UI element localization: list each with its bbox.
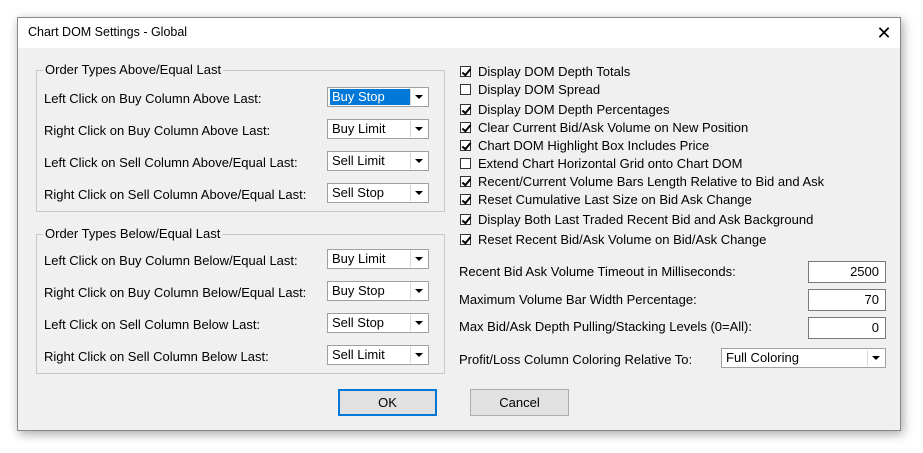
- depth-levels-input[interactable]: 0: [808, 317, 886, 339]
- checkbox-icon[interactable]: [460, 65, 471, 77]
- below-row-4-value: Sell Limit: [332, 347, 385, 362]
- checkbox-icon[interactable]: [460, 121, 471, 133]
- checkbox-label: Recent/Current Volume Bars Length Relati…: [478, 173, 825, 189]
- checkbox-label: Chart DOM Highlight Box Includes Price: [478, 137, 710, 153]
- below-row-4-label: Right Click on Sell Column Below Last:: [44, 349, 269, 364]
- above-row-3-value: Sell Limit: [332, 153, 385, 168]
- group-label-below: Order Types Below/Equal Last: [43, 226, 223, 241]
- checkbox-reset-recent-bid-ask-volume[interactable]: Reset Recent Bid/Ask Volume on Bid/Ask C…: [460, 231, 766, 247]
- checkbox-icon[interactable]: [460, 193, 471, 205]
- above-row-4-select[interactable]: Sell Stop: [327, 183, 429, 203]
- checkbox-icon[interactable]: [460, 213, 471, 225]
- checkbox-label: Reset Recent Bid/Ask Volume on Bid/Ask C…: [478, 231, 767, 247]
- above-row-1-value: Buy Stop: [330, 89, 414, 105]
- depth-levels-label: Max Bid/Ask Depth Pulling/Stacking Level…: [459, 319, 752, 334]
- below-row-3-select[interactable]: Sell Stop: [327, 313, 429, 333]
- chevron-down-icon[interactable]: [410, 121, 427, 137]
- below-row-4-select[interactable]: Sell Limit: [327, 345, 429, 365]
- below-row-2-select[interactable]: Buy Stop: [327, 281, 429, 301]
- below-row-2-label: Right Click on Buy Column Below/Equal La…: [44, 285, 307, 300]
- chevron-down-icon[interactable]: [410, 315, 427, 331]
- above-row-1-select[interactable]: Buy Stop: [327, 87, 429, 107]
- above-row-3-label: Left Click on Sell Column Above/Equal La…: [44, 155, 298, 170]
- below-row-1-value: Buy Limit: [332, 251, 386, 266]
- checkbox-label: Extend Chart Horizontal Grid onto Chart …: [478, 155, 743, 171]
- close-icon[interactable]: ✕: [868, 18, 900, 48]
- checkbox-label: Display Both Last Traded Recent Bid and …: [478, 211, 814, 227]
- max-bar-width-input[interactable]: 70: [808, 289, 886, 311]
- checkbox-icon[interactable]: [460, 103, 471, 115]
- checkbox-label: Reset Cumulative Last Size on Bid Ask Ch…: [478, 191, 752, 207]
- pl-coloring-select[interactable]: Full Coloring: [721, 348, 886, 368]
- checkbox-display-both-last-traded[interactable]: Display Both Last Traded Recent Bid and …: [460, 211, 813, 227]
- chevron-down-icon[interactable]: [410, 89, 427, 105]
- checkbox-icon[interactable]: [460, 233, 471, 245]
- pl-coloring-value: Full Coloring: [726, 350, 799, 365]
- checkbox-clear-bid-ask-volume[interactable]: Clear Current Bid/Ask Volume on New Posi…: [460, 119, 748, 135]
- above-row-2-label: Right Click on Buy Column Above Last:: [44, 123, 271, 138]
- group-label-above: Order Types Above/Equal Last: [43, 62, 224, 77]
- checkbox-volume-bars-length-relative[interactable]: Recent/Current Volume Bars Length Relati…: [460, 173, 824, 189]
- max-bar-width-label: Maximum Volume Bar Width Percentage:: [459, 292, 697, 307]
- ok-button[interactable]: OK: [338, 389, 437, 416]
- checkbox-display-dom-depth-percentages[interactable]: Display DOM Depth Percentages: [460, 101, 669, 117]
- chevron-down-icon[interactable]: [410, 251, 427, 267]
- chevron-down-icon[interactable]: [410, 185, 427, 201]
- window-title: Chart DOM Settings - Global: [28, 25, 188, 39]
- checkbox-icon[interactable]: [460, 157, 471, 169]
- below-row-2-value: Buy Stop: [332, 283, 385, 298]
- chevron-down-icon[interactable]: [410, 153, 427, 169]
- above-row-3-select[interactable]: Sell Limit: [327, 151, 429, 171]
- timeout-input[interactable]: 2500: [808, 261, 886, 283]
- checkbox-icon[interactable]: [460, 175, 471, 187]
- below-row-1-select[interactable]: Buy Limit: [327, 249, 429, 269]
- settings-dialog: Chart DOM Settings - Global ✕ Order Type…: [17, 17, 901, 431]
- below-row-3-label: Left Click on Sell Column Below Last:: [44, 317, 261, 332]
- checkbox-icon[interactable]: [460, 83, 471, 95]
- checkbox-label: Display DOM Spread: [478, 81, 601, 97]
- checkbox-icon[interactable]: [460, 139, 471, 151]
- timeout-label: Recent Bid Ask Volume Timeout in Millise…: [459, 264, 736, 279]
- checkbox-display-dom-spread[interactable]: Display DOM Spread: [460, 81, 600, 97]
- checkbox-extend-horizontal-grid[interactable]: Extend Chart Horizontal Grid onto Chart …: [460, 155, 742, 171]
- checkbox-label: Display DOM Depth Percentages: [478, 101, 670, 117]
- above-row-2-select[interactable]: Buy Limit: [327, 119, 429, 139]
- above-row-4-value: Sell Stop: [332, 185, 385, 200]
- title-bar[interactable]: Chart DOM Settings - Global ✕: [18, 18, 900, 49]
- above-row-4-label: Right Click on Sell Column Above/Equal L…: [44, 187, 307, 202]
- chevron-down-icon[interactable]: [410, 283, 427, 299]
- below-row-3-value: Sell Stop: [332, 315, 385, 330]
- checkbox-label: Clear Current Bid/Ask Volume on New Posi…: [478, 119, 749, 135]
- checkbox-highlight-box-includes-price[interactable]: Chart DOM Highlight Box Includes Price: [460, 137, 709, 153]
- checkbox-reset-cumulative-last-size[interactable]: Reset Cumulative Last Size on Bid Ask Ch…: [460, 191, 752, 207]
- pl-coloring-label: Profit/Loss Column Coloring Relative To:: [459, 352, 693, 367]
- above-row-1-label: Left Click on Buy Column Above Last:: [44, 91, 262, 106]
- chevron-down-icon[interactable]: [410, 347, 427, 363]
- below-row-1-label: Left Click on Buy Column Below/Equal Las…: [44, 253, 298, 268]
- chevron-down-icon[interactable]: [867, 350, 884, 366]
- above-row-2-value: Buy Limit: [332, 121, 386, 136]
- cancel-button[interactable]: Cancel: [470, 389, 569, 416]
- checkbox-label: Display DOM Depth Totals: [478, 63, 631, 79]
- checkbox-display-dom-depth-totals[interactable]: Display DOM Depth Totals: [460, 63, 630, 79]
